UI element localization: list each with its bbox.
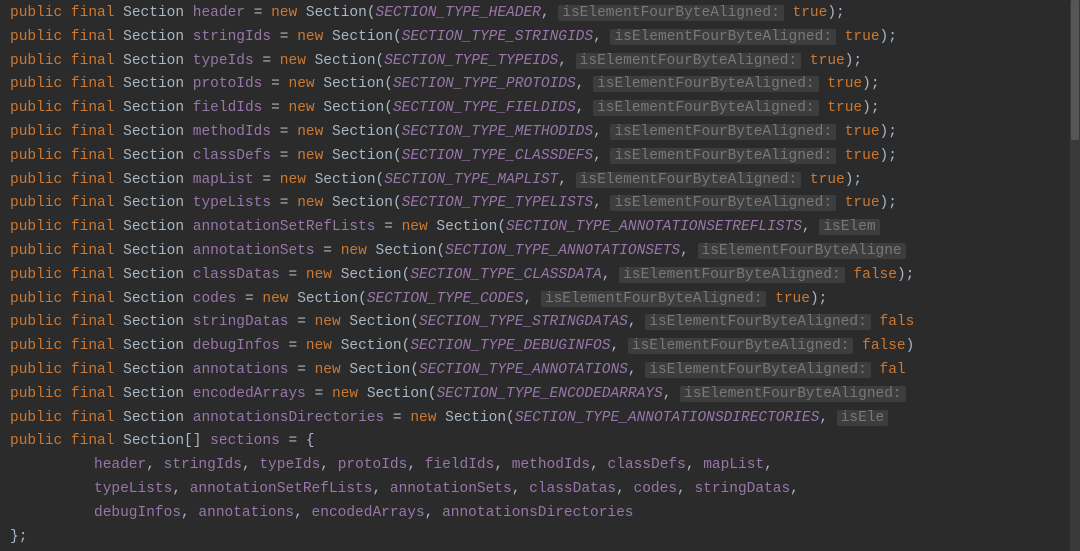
code-line[interactable]: public final Section debugInfos = new Se… (10, 335, 1080, 359)
code-line[interactable]: public final Section annotations = new S… (10, 359, 1080, 383)
code-line[interactable]: public final Section annotationsDirector… (10, 407, 1080, 431)
code-line[interactable]: public final Section annotationSetRefLis… (10, 216, 1080, 240)
code-line[interactable]: public final Section fieldIds = new Sect… (10, 97, 1080, 121)
code-line[interactable]: public final Section classDefs = new Sec… (10, 145, 1080, 169)
scrollbar-thumb[interactable] (1071, 0, 1079, 140)
code-line[interactable]: public final Section stringIds = new Sec… (10, 26, 1080, 50)
code-editor-content[interactable]: public final Section header = new Sectio… (10, 2, 1080, 549)
code-line[interactable]: public final Section protoIds = new Sect… (10, 73, 1080, 97)
code-line[interactable]: }; (10, 526, 1080, 550)
code-line[interactable]: debugInfos, annotations, encodedArrays, … (10, 502, 1080, 526)
code-line[interactable]: public final Section annotationSets = ne… (10, 240, 1080, 264)
code-line[interactable]: public final Section header = new Sectio… (10, 2, 1080, 26)
code-line[interactable]: public final Section typeLists = new Sec… (10, 192, 1080, 216)
code-line[interactable]: public final Section[] sections = { (10, 430, 1080, 454)
code-line[interactable]: header, stringIds, typeIds, protoIds, fi… (10, 454, 1080, 478)
code-line[interactable]: public final Section encodedArrays = new… (10, 383, 1080, 407)
code-line[interactable]: public final Section typeIds = new Secti… (10, 50, 1080, 74)
code-line[interactable]: public final Section methodIds = new Sec… (10, 121, 1080, 145)
code-line[interactable]: public final Section mapList = new Secti… (10, 169, 1080, 193)
code-line[interactable]: typeLists, annotationSetRefLists, annota… (10, 478, 1080, 502)
code-line[interactable]: public final Section stringDatas = new S… (10, 311, 1080, 335)
code-line[interactable]: public final Section classDatas = new Se… (10, 264, 1080, 288)
vertical-scrollbar[interactable] (1070, 0, 1080, 551)
code-line[interactable]: public final Section codes = new Section… (10, 288, 1080, 312)
